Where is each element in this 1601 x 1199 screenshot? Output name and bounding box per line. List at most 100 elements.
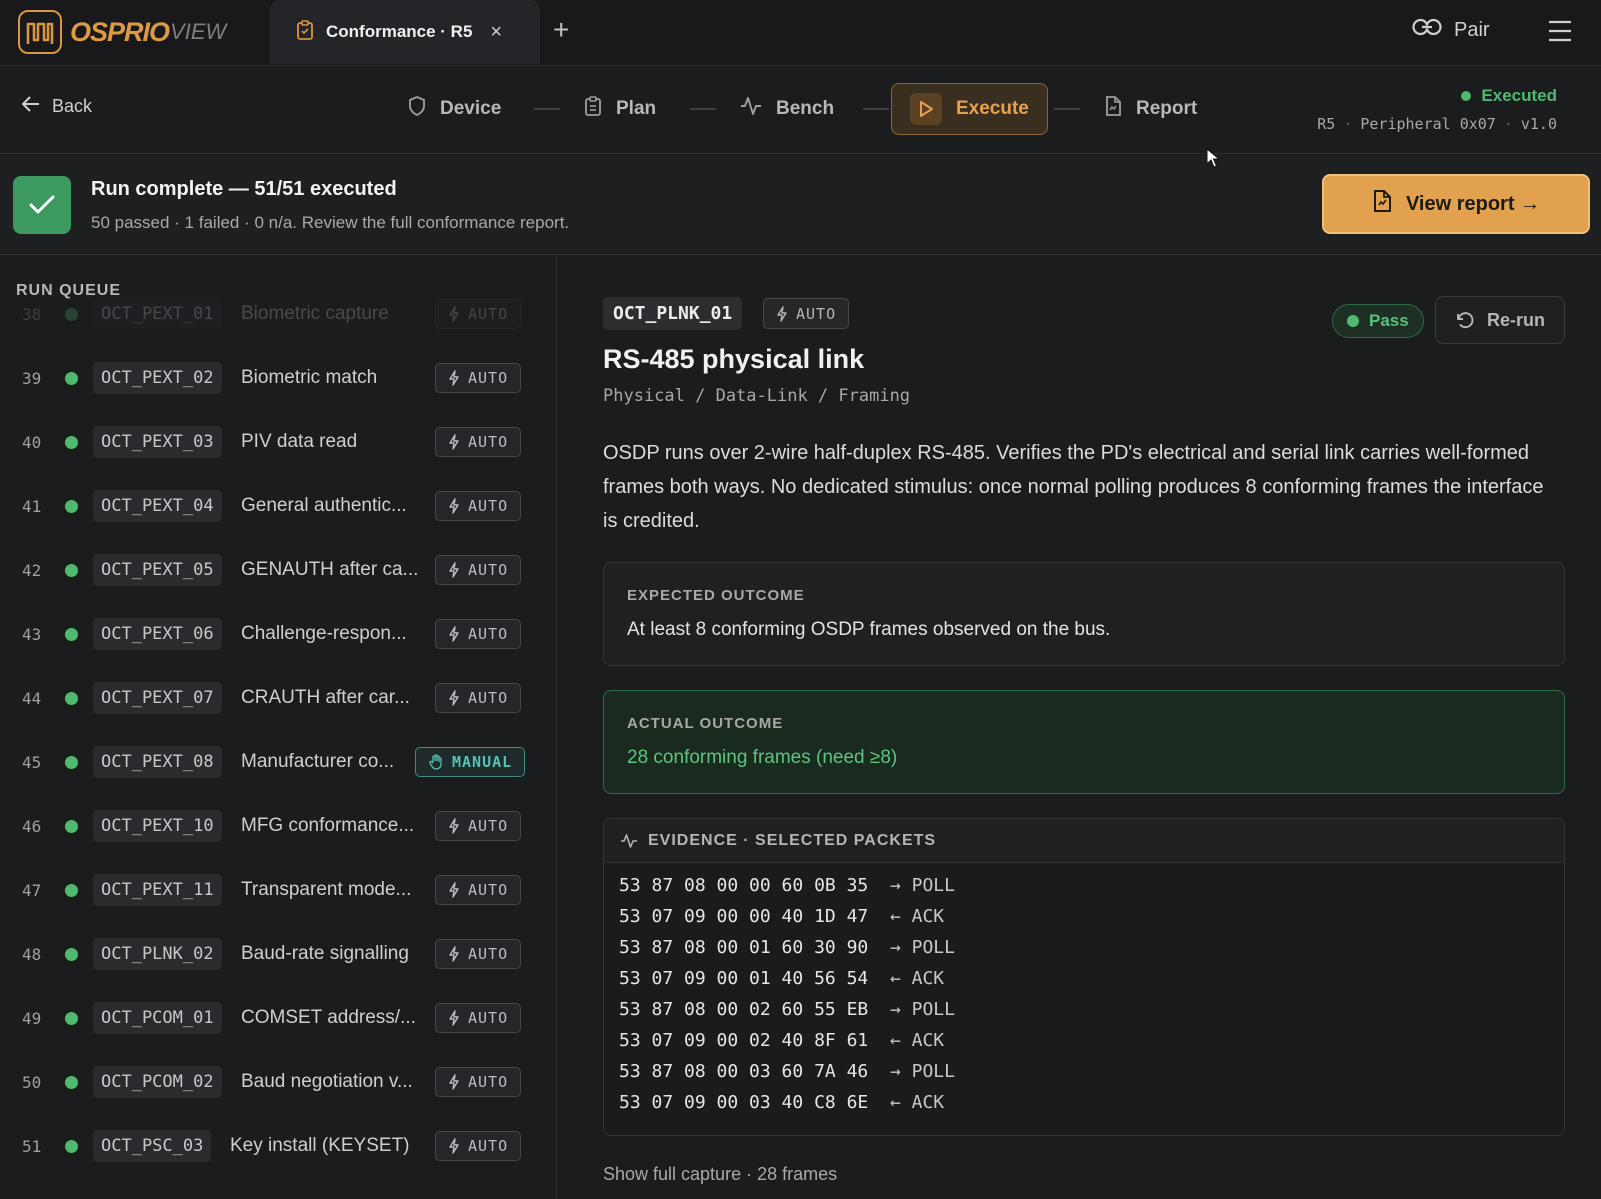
device-info: R5 · Peripheral 0x07 · v1.0 <box>1317 115 1557 133</box>
step-bench[interactable]: Bench <box>740 83 834 135</box>
step-device[interactable]: Device <box>408 83 501 135</box>
queue-item[interactable]: 44 OCT_PEXT_07 CRAUTH after car... AUTO <box>0 666 556 730</box>
bolt-icon <box>449 1074 459 1090</box>
bolt-icon <box>449 882 459 898</box>
status-dot <box>65 883 78 897</box>
auto-badge: AUTO <box>435 1131 522 1161</box>
back-label: Back <box>52 96 93 116</box>
queue-item-id: OCT_PEXT_11 <box>93 874 222 906</box>
queue-item-name: GENAUTH after ca... <box>241 559 419 580</box>
run-queue: RUN QUEUE 38 OCT_PEXT_01 Biometric captu… <box>0 256 557 1199</box>
queue-item[interactable]: 50 OCT_PCOM_02 Baud negotiation v... AUT… <box>0 1050 556 1114</box>
status-dot <box>65 307 78 321</box>
queue-item-name: MFG conformance... <box>241 815 415 836</box>
check-icon <box>13 176 71 234</box>
status-dot <box>65 371 78 385</box>
stepper-bar: Back Device Plan Bench Execute Report <box>0 66 1601 154</box>
pair-button[interactable]: Pair <box>1412 18 1490 42</box>
shield-icon <box>408 96 426 122</box>
status-dot <box>65 1075 78 1089</box>
arrow-left-icon <box>21 96 40 117</box>
queue-item-id: OCT_PEXT_08 <box>93 746 222 778</box>
banner-subtitle: 50 passed · 1 failed · 0 n/a. Review the… <box>91 213 570 232</box>
step-report[interactable]: Report <box>1104 83 1197 135</box>
auto-badge: AUTO <box>763 298 850 329</box>
test-description: OSDP runs over 2-wire half-duplex RS-485… <box>603 442 1544 532</box>
rerun-button[interactable]: Re-run <box>1435 296 1565 344</box>
step-connector <box>534 108 560 110</box>
bolt-icon <box>449 306 459 322</box>
queue-item[interactable]: 43 OCT_PEXT_06 Challenge-respon... AUTO <box>0 602 556 666</box>
bolt-icon <box>449 946 459 962</box>
queue-item-number: 40 <box>22 432 42 452</box>
logo-wordmark: OSPRIO <box>70 16 170 47</box>
queue-item[interactable]: 45 OCT_PEXT_08 Manufacturer co... MANUAL <box>0 730 556 794</box>
expected-outcome-value: At least 8 conforming OSDP frames observ… <box>627 619 1111 640</box>
bolt-icon <box>449 498 459 514</box>
step-label: Plan <box>616 98 657 119</box>
queue-item-id: OCT_PLNK_02 <box>93 938 222 970</box>
evidence-label: EVIDENCE · SELECTED PACKETS <box>648 831 937 849</box>
view-report-button[interactable]: View report → <box>1322 174 1590 234</box>
auto-badge: AUTO <box>435 299 522 329</box>
expected-outcome-label: EXPECTED OUTCOME <box>627 587 805 604</box>
tab-title: Conformance · R5 <box>326 22 473 41</box>
status-dot <box>65 1139 78 1153</box>
status-dot <box>65 1011 78 1025</box>
separator: · <box>1503 115 1513 133</box>
queue-item-id: OCT_PEXT_06 <box>93 618 222 650</box>
add-tab-button[interactable]: + <box>553 16 569 44</box>
queue-item-name: COMSET address/... <box>241 1007 416 1028</box>
status-dot <box>65 435 78 449</box>
queue-item-number: 47 <box>22 880 42 900</box>
status-dot <box>1461 91 1472 101</box>
rotate-ccw-icon <box>1457 312 1474 329</box>
queue-item-name: Biometric match <box>241 367 378 388</box>
show-full-capture-link[interactable]: Show full capture · 28 frames <box>603 1164 837 1185</box>
auto-badge: AUTO <box>435 491 522 521</box>
queue-item-name: PIV data read <box>241 431 358 452</box>
step-label: Device <box>440 98 502 119</box>
queue-item[interactable]: 40 OCT_PEXT_03 PIV data read AUTO <box>0 410 556 474</box>
bolt-icon <box>449 434 459 450</box>
document-icon <box>1104 96 1122 122</box>
auto-badge: AUTO <box>435 1003 522 1033</box>
queue-item[interactable]: 47 OCT_PEXT_11 Transparent mode... AUTO <box>0 858 556 922</box>
app-logo[interactable]: OSPRIO VIEW <box>18 10 226 54</box>
status-label: Executed <box>1481 86 1557 105</box>
banner-title: Run complete — 51/51 executed <box>91 178 397 200</box>
queue-item-name: Challenge-respon... <box>241 623 407 644</box>
run-complete-banner: Run complete — 51/51 executed 50 passed … <box>0 155 1601 255</box>
pass-badge: Pass <box>1332 304 1424 338</box>
device-version: v1.0 <box>1520 115 1557 133</box>
queue-item[interactable]: 39 OCT_PEXT_02 Biometric match AUTO <box>0 346 556 410</box>
queue-item[interactable]: 51 OCT_PSC_03 Key install (KEYSET) AUTO <box>0 1114 556 1178</box>
status-dot <box>65 499 78 513</box>
queue-item[interactable]: 46 OCT_PEXT_10 MFG conformance... AUTO <box>0 794 556 858</box>
queue-item-number: 41 <box>22 496 42 516</box>
queue-item[interactable]: 41 OCT_PEXT_04 General authentic... AUTO <box>0 474 556 538</box>
queue-item[interactable]: 48 OCT_PLNK_02 Baud-rate signalling AUTO <box>0 922 556 986</box>
packet-row: 53 87 08 00 00 60 0B 35 → POLL <box>619 875 955 896</box>
bolt-icon <box>449 370 459 386</box>
step-execute[interactable]: Execute <box>891 83 1048 135</box>
status-dot <box>65 819 78 833</box>
close-icon[interactable]: × <box>490 21 502 44</box>
mouse-cursor-icon <box>1206 147 1221 173</box>
clipboard-icon <box>296 19 314 45</box>
logo-wordmark-suffix: VIEW <box>170 19 227 44</box>
back-button[interactable]: Back <box>21 96 93 117</box>
packet-row: 53 07 09 00 03 40 C8 6E ← ACK <box>619 1092 945 1113</box>
queue-item-number: 38 <box>22 304 42 324</box>
hand-icon <box>429 754 442 770</box>
step-plan[interactable]: Plan <box>584 83 656 135</box>
queue-item[interactable]: 49 OCT_PCOM_01 COMSET address/... AUTO <box>0 986 556 1050</box>
queue-item-id: OCT_PEXT_03 <box>93 426 222 458</box>
queue-item[interactable]: 42 OCT_PEXT_05 GENAUTH after ca... AUTO <box>0 538 556 602</box>
hamburger-menu-icon[interactable] <box>1548 20 1572 47</box>
queue-item[interactable]: 38 OCT_PEXT_01 Biometric capture AUTO <box>0 282 556 346</box>
test-title: RS-485 physical link <box>603 344 865 374</box>
tab-conformance[interactable]: Conformance · R5 × <box>270 0 540 64</box>
queue-item-number: 46 <box>22 816 42 836</box>
activity-icon <box>740 96 762 122</box>
